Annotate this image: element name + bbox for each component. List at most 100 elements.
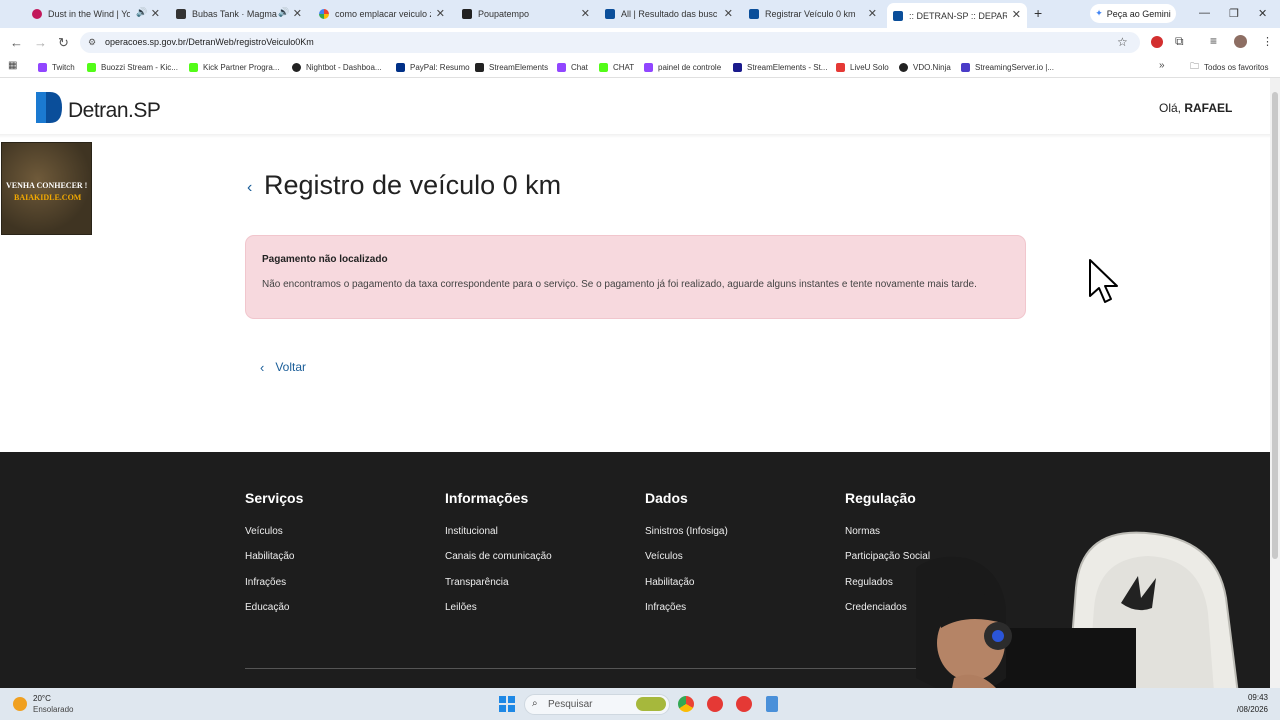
footer-link[interactable]: Infrações [245,577,286,588]
bookmark-item[interactable]: PayPal: Resumo [396,61,470,73]
close-tab-icon[interactable]: ✕ [868,7,877,20]
close-tab-icon[interactable]: ✕ [151,7,160,20]
new-tab-button[interactable]: + [1034,5,1042,21]
windows-start-icon[interactable] [499,696,515,712]
app-taskbar-icon[interactable] [736,696,752,712]
speaker-icon[interactable]: 🔊 [136,7,147,18]
browser-tab-active[interactable]: :: DETRAN-SP :: DEPARTAM ✕ [887,3,1027,28]
bookmark-item[interactable]: Buozzi Stream - Kic... [87,61,178,73]
bookmark-item[interactable]: LiveU Solo [836,61,889,73]
footer-link[interactable]: Habilitação [645,577,694,588]
search-highlight-icon[interactable] [636,697,666,711]
bookmark-favicon-icon [475,62,484,72]
footer-link[interactable]: Regulados [845,577,893,588]
footer-link[interactable]: Infrações [645,602,686,613]
title-back-chevron-icon[interactable]: ‹ [247,179,252,197]
tab-favicon-icon [176,9,186,19]
maximize-icon[interactable]: ❐ [1229,7,1239,20]
reload-icon[interactable]: ↻ [58,35,69,51]
detran-favicon-icon [749,9,759,19]
footer-link[interactable]: Credenciados [845,602,907,613]
menu-kebab-icon[interactable]: ⋮ [1262,35,1273,48]
bookmark-item[interactable]: Twitch [38,61,75,73]
bookmark-item[interactable]: painel de controle [644,61,721,73]
close-tab-icon[interactable]: ✕ [436,7,445,20]
back-link[interactable]: ‹ Voltar [260,359,306,375]
bookmark-item[interactable]: StreamingServer.io |... [961,61,1054,73]
bookmark-item[interactable]: VDO.Ninja [899,61,951,73]
bookmark-favicon-icon [396,62,405,72]
profile-avatar[interactable] [1234,35,1247,48]
minimize-icon[interactable]: — [1199,7,1210,19]
header-divider [0,134,1270,138]
bookmark-item[interactable]: CHAT [599,61,634,73]
footer-link[interactable]: Transparência [445,577,509,588]
bookmark-item[interactable]: Nightbot - Dashboa... [292,61,382,73]
bookmark-favicon-icon [292,62,301,72]
browser-tab[interactable]: Registrar Veículo 0 km ✕ [749,4,879,24]
browser-tab[interactable]: como emplacar veiculo zero ✕ [319,4,447,24]
notepad-taskbar-icon[interactable] [766,696,778,712]
scrollbar-thumb[interactable] [1272,92,1278,559]
footer-link[interactable]: Veículos [645,551,683,562]
app-taskbar-icon[interactable] [707,696,723,712]
sun-weather-icon[interactable] [13,697,27,711]
ad-url: BAIAKIDLE.COM [14,193,82,202]
detran-logo-text[interactable]: Detran.SP [68,99,161,123]
footer-link[interactable]: Educação [245,602,289,613]
bookmark-item[interactable]: StreamElements [475,61,548,73]
folder-icon: 🗀 [1190,61,1200,71]
mouse-cursor-icon [1089,259,1118,303]
bookmark-favicon-icon [189,62,198,72]
chrome-taskbar-icon[interactable] [678,696,694,712]
apps-grid-icon[interactable]: ▦ [8,60,17,71]
weather-description[interactable]: Ensolarado [33,705,73,714]
user-greeting[interactable]: Olá, RAFAEL [1159,101,1232,115]
extension-icon[interactable] [1151,36,1163,48]
browser-tab[interactable]: Poupatempo ✕ [462,4,592,24]
taskbar-clock[interactable]: 09:43 [1236,693,1268,702]
footer-link[interactable]: Veículos [245,526,283,537]
close-tab-icon[interactable]: ✕ [581,7,590,20]
bookmark-favicon-icon [38,62,47,72]
gemini-button[interactable]: ✦ Peça ao Gemini [1090,4,1176,23]
site-info-icon[interactable]: ⚙ [88,37,96,48]
close-window-icon[interactable]: ✕ [1258,7,1267,20]
footer-link[interactable]: Normas [845,526,880,537]
media-control-icon[interactable]: ≡ [1210,34,1217,48]
extensions-puzzle-icon[interactable]: ⧉ [1175,34,1184,49]
forward-arrow-icon[interactable]: → [34,35,47,50]
tab-favicon-icon [462,9,472,19]
more-bookmarks-icon[interactable]: » [1159,60,1165,71]
speaker-icon[interactable]: 🔊 [278,7,289,18]
footer-heading-informacoes: Informações [445,490,529,506]
url-text[interactable]: operacoes.sp.gov.br/DetranWeb/registroVe… [105,37,314,47]
footer-link[interactable]: Sinistros (Infosiga) [645,526,728,537]
footer-link[interactable]: Institucional [445,526,498,537]
bookmark-item[interactable]: StreamElements - St... [733,61,827,73]
footer-divider [245,668,945,669]
back-arrow-icon[interactable]: ← [10,35,23,50]
weather-temperature[interactable]: 20°C [33,694,51,703]
footer-link[interactable]: Habilitação [245,551,294,562]
footer-link[interactable]: Canais de comunicação [445,551,552,562]
bookmark-favicon-icon [599,62,608,72]
close-tab-icon[interactable]: ✕ [724,7,733,20]
footer-link[interactable]: Leilões [445,602,477,613]
alert-title: Pagamento não localizado [262,254,388,265]
bookmark-item[interactable]: Kick Partner Progra... [189,61,279,73]
page-title: Registro de veículo 0 km [264,170,562,200]
browser-tab[interactable]: Bubas Tank · Magma C 🔊 ✕ [176,4,304,24]
detran-favicon-icon [893,10,903,21]
bookmark-item[interactable]: Chat [557,61,588,73]
browser-tab[interactable]: All | Resultado das buscas ✕ [605,4,735,24]
taskbar-date[interactable]: /08/2026 [1226,705,1268,714]
detran-logo-icon[interactable] [36,92,62,123]
close-tab-icon[interactable]: ✕ [293,7,302,20]
all-bookmarks-folder[interactable]: 🗀 Todos os favoritos [1190,61,1269,73]
bookmark-star-icon[interactable]: ☆ [1117,35,1128,49]
footer-heading-dados: Dados [645,490,688,506]
close-tab-icon[interactable]: ✕ [1012,8,1021,21]
browser-tab[interactable]: Dust in the Wind | You 🔊 ✕ [32,4,162,24]
bookmark-favicon-icon [733,62,742,72]
